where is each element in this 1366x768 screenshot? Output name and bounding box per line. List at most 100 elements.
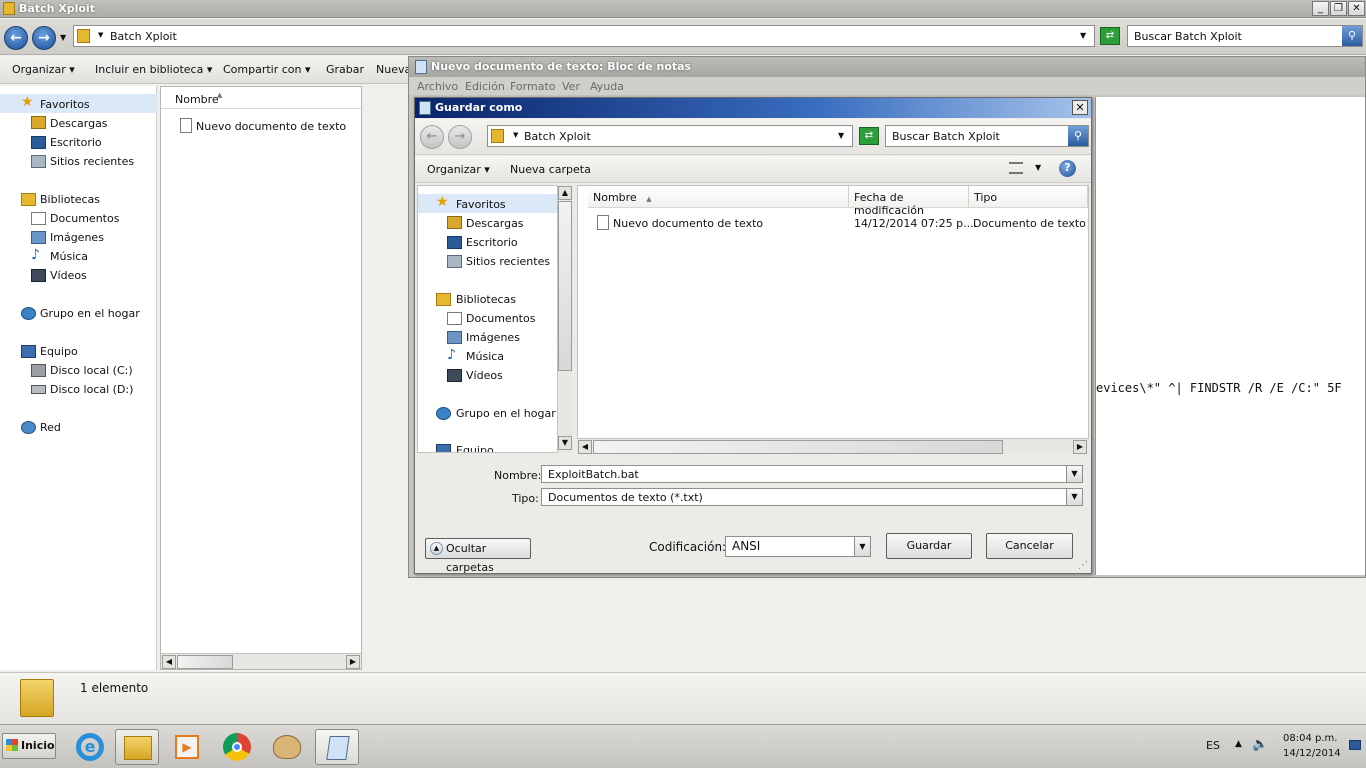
chevron-down-icon[interactable]: ▼ — [1066, 466, 1082, 482]
refresh-icon[interactable]: ⇄ — [1100, 27, 1120, 45]
nav-item-red[interactable]: Red — [40, 421, 61, 434]
refresh-icon[interactable]: ⇄ — [859, 127, 879, 145]
chevron-down-icon[interactable]: ▼ — [60, 33, 66, 42]
nav-item-favoritos[interactable]: Favoritos — [40, 98, 90, 111]
menu-edicion[interactable]: Edición — [465, 80, 505, 93]
minimize-button[interactable]: _ — [1312, 1, 1329, 16]
view-options-icon[interactable] — [1009, 162, 1023, 174]
nav-item-videos[interactable]: Vídeos — [50, 269, 87, 282]
guardar-button[interactable]: Guardar — [886, 533, 972, 559]
explorer-titlebar[interactable]: Batch Xploit _ ❐ ✕ — [0, 0, 1366, 18]
chrome-icon[interactable] — [215, 729, 259, 765]
forward-button[interactable]: → — [448, 125, 472, 149]
nav-item-sitios[interactable]: Sitios recientes — [466, 255, 550, 268]
column-header-fecha[interactable]: Fecha de modificación — [849, 186, 969, 217]
list-horizontal-scrollbar[interactable]: ◀ ▶ — [577, 438, 1089, 454]
dialog-address-field[interactable]: ▼ Batch Xploit ▼ — [487, 125, 853, 147]
nueva-carpeta-button[interactable]: Nueva carpeta — [510, 163, 591, 176]
chevron-down-icon[interactable]: ▼ — [854, 537, 870, 556]
show-desktop-icon[interactable] — [1349, 740, 1361, 750]
address-dropdown-icon[interactable]: ▼ — [1080, 31, 1086, 40]
chevron-down-icon[interactable]: ▼ — [98, 31, 103, 39]
file-name-input[interactable]: ExploitBatch.bat ▼ — [541, 465, 1083, 483]
language-indicator[interactable]: ES — [1206, 739, 1220, 752]
cancelar-button[interactable]: Cancelar — [986, 533, 1073, 559]
notepad-taskbar-icon[interactable] — [315, 729, 359, 765]
nav-item-escritorio[interactable]: Escritorio — [50, 136, 102, 149]
nav-item-videos[interactable]: Vídeos — [466, 369, 503, 382]
nav-item-bibliotecas[interactable]: Bibliotecas — [40, 193, 100, 206]
column-header-tipo[interactable]: Tipo — [969, 186, 1088, 208]
incluir-biblioteca-menu[interactable]: Incluir en biblioteca ▾ — [95, 63, 212, 76]
nav-item-grupo[interactable]: Grupo en el hogar — [40, 307, 140, 320]
help-icon[interactable]: ? — [1059, 160, 1076, 177]
nav-vertical-scrollbar[interactable]: ▲ ▼ — [557, 185, 573, 453]
nav-item-grupo[interactable]: Grupo en el hogar — [456, 407, 556, 420]
scroll-left-icon[interactable]: ◀ — [578, 440, 592, 454]
nav-item-imagenes[interactable]: Imágenes — [50, 231, 104, 244]
scroll-right-icon[interactable]: ▶ — [1073, 440, 1087, 454]
nav-item-sitios[interactable]: Sitios recientes — [50, 155, 134, 168]
grabar-button[interactable]: Grabar — [326, 63, 364, 76]
explorer-taskbar-icon[interactable] — [115, 729, 159, 765]
chevron-down-icon[interactable]: ▼ — [513, 131, 518, 139]
menu-archivo[interactable]: Archivo — [417, 80, 458, 93]
close-button[interactable]: ✕ — [1072, 100, 1088, 115]
dialog-search-input[interactable]: Buscar Batch Xploit ⚲ — [885, 125, 1089, 147]
internet-explorer-icon[interactable]: e — [68, 729, 112, 765]
clock-date[interactable]: 14/12/2014 — [1283, 748, 1341, 759]
notepad-text-area[interactable]: evices\*" ^| FINDSTR /R /E /C:" 5F — [1095, 97, 1365, 575]
ocultar-carpetas-button[interactable]: ▲ Ocultar carpetas — [425, 538, 531, 574]
nav-item-bibliotecas[interactable]: Bibliotecas — [456, 293, 516, 306]
scroll-thumb[interactable] — [558, 201, 572, 371]
back-button[interactable]: ← — [420, 125, 444, 149]
nav-item-documentos[interactable]: Documentos — [50, 212, 119, 225]
search-input[interactable]: Buscar Batch Xploit ⚲ — [1127, 25, 1363, 47]
menu-formato[interactable]: Formato — [510, 80, 556, 93]
scroll-down-icon[interactable]: ▼ — [558, 436, 572, 450]
scroll-right-icon[interactable]: ▶ — [346, 655, 360, 669]
paint-icon[interactable] — [265, 729, 309, 765]
file-type-select[interactable]: Documentos de texto (*.txt) ▼ — [541, 488, 1083, 506]
file-name[interactable]: Nuevo documento de texto — [196, 120, 346, 133]
forward-button[interactable]: → — [32, 26, 56, 50]
address-dropdown-icon[interactable]: ▼ — [838, 131, 844, 140]
menu-ver[interactable]: Ver — [562, 80, 580, 93]
encoding-select[interactable]: ANSI ▼ — [725, 536, 871, 557]
resize-grip-icon[interactable]: ⋰ — [1078, 560, 1088, 571]
organizar-menu[interactable]: Organizar ▾ — [12, 63, 75, 76]
scroll-thumb[interactable] — [177, 655, 233, 669]
search-icon[interactable]: ⚲ — [1068, 126, 1088, 146]
chevron-down-icon[interactable]: ▼ — [1066, 489, 1082, 505]
nav-item-escritorio[interactable]: Escritorio — [466, 236, 518, 249]
nav-item-documentos[interactable]: Documentos — [466, 312, 535, 325]
menu-ayuda[interactable]: Ayuda — [590, 80, 624, 93]
nav-item-favoritos[interactable]: Favoritos — [456, 198, 506, 211]
nav-item-equipo[interactable]: Equipo — [40, 345, 78, 358]
back-button[interactable]: ← — [4, 26, 28, 50]
search-icon[interactable]: ⚲ — [1342, 26, 1362, 46]
column-header-nombre[interactable]: Nombre ▲ — [161, 87, 361, 109]
compartir-menu[interactable]: Compartir con ▾ — [223, 63, 311, 76]
nav-item-descargas[interactable]: Descargas — [50, 117, 108, 130]
scroll-up-icon[interactable]: ▲ — [558, 186, 572, 200]
clock-time[interactable]: 08:04 p.m. — [1283, 733, 1337, 744]
nav-item-disco-c[interactable]: Disco local (C:) — [50, 364, 133, 377]
horizontal-scrollbar[interactable]: ◀ ▶ — [161, 653, 361, 669]
media-player-icon[interactable]: ▶ — [165, 729, 209, 765]
scroll-thumb[interactable] — [593, 440, 1003, 454]
address-field[interactable]: ▼ Batch Xploit ▼ — [73, 25, 1095, 47]
nav-item-disco-d[interactable]: Disco local (D:) — [50, 383, 133, 396]
organizar-menu[interactable]: Organizar ▾ — [427, 163, 490, 176]
close-button[interactable]: ✕ — [1348, 1, 1365, 16]
column-header-nombre[interactable]: Nombre ▲ — [588, 186, 849, 208]
nav-item-musica[interactable]: Música — [50, 250, 88, 263]
nav-item-imagenes[interactable]: Imágenes — [466, 331, 520, 344]
nav-item-musica[interactable]: Música — [466, 350, 504, 363]
scroll-left-icon[interactable]: ◀ — [162, 655, 176, 669]
nav-item-equipo[interactable]: Equipo — [456, 444, 494, 452]
notepad-titlebar[interactable]: Nuevo documento de texto: Bloc de notas — [409, 57, 1365, 77]
show-hidden-icons-icon[interactable]: ▲ — [1235, 739, 1242, 749]
volume-icon[interactable]: 🔈 — [1252, 737, 1268, 752]
nav-item-descargas[interactable]: Descargas — [466, 217, 524, 230]
